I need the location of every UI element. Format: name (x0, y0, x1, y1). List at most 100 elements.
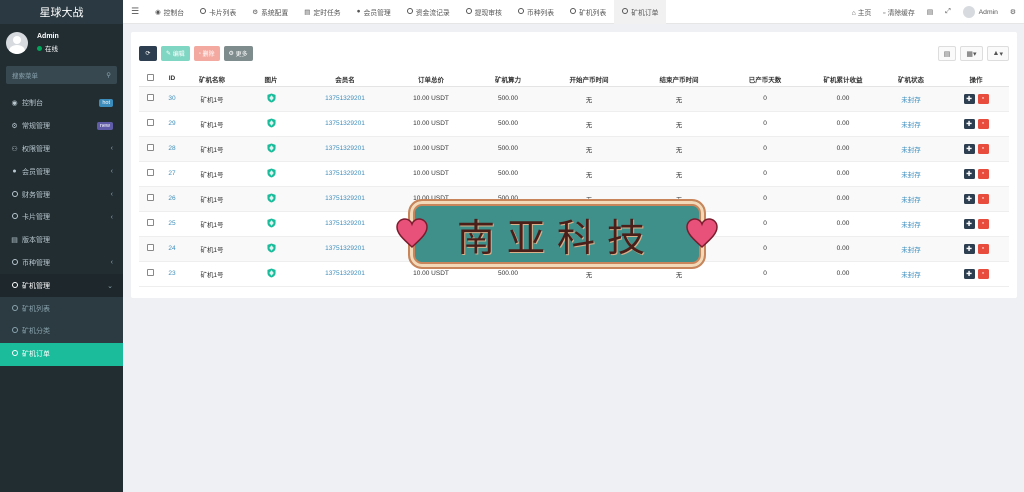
row-checkbox[interactable] (146, 119, 154, 126)
tab-fund-records[interactable]: 资金流记录 (399, 0, 458, 24)
row-id[interactable]: 29 (161, 111, 183, 137)
row-member[interactable]: 13751329201 (301, 186, 389, 212)
sidebar-item-cards[interactable]: 卡片管理 ‹ (0, 206, 123, 229)
select-all-checkbox[interactable] (146, 74, 154, 82)
tab-miner-orders[interactable]: 矿机订单 (614, 0, 667, 24)
miner-image-icon[interactable] (266, 268, 276, 278)
tab-miner-list[interactable]: 矿机列表 (562, 0, 614, 24)
fullscreen-icon[interactable]: ⤢ (945, 8, 950, 16)
row-member[interactable]: 13751329201 (301, 236, 389, 262)
sidebar-item-miner-category[interactable]: 矿机分类 (0, 320, 123, 343)
sidebar-item-permissions[interactable]: ⚇ 权限管理 ‹ (0, 138, 123, 161)
row-member[interactable]: 13751329201 (301, 111, 389, 137)
sidebar-item-dashboard[interactable]: ◉ 控制台 hot (0, 92, 123, 115)
miner-image-icon[interactable] (266, 193, 276, 203)
row-delete-button[interactable]: ▫ (977, 268, 989, 279)
row-detail-button[interactable]: ✚ (963, 93, 975, 104)
miner-image-icon[interactable] (266, 243, 276, 253)
tab-system-config[interactable]: ⚙ 系统配置 (244, 0, 296, 24)
col-id[interactable]: ID (161, 72, 183, 87)
row-status[interactable]: 未封存 (879, 211, 943, 237)
row-id[interactable]: 28 (161, 136, 183, 162)
tab-withdraw-review[interactable]: 提现审核 (458, 0, 510, 24)
col-power[interactable]: 矿机算力 (473, 72, 543, 87)
sidebar-item-miner-orders[interactable]: 矿机订单 (0, 342, 123, 366)
delete-button[interactable]: ▫ 删除 (193, 46, 220, 61)
row-checkbox[interactable] (146, 219, 154, 226)
sidebar-search-input[interactable]: 搜索菜单 ⚲ (6, 66, 117, 84)
row-delete-button[interactable]: ▫ (977, 243, 989, 254)
row-member[interactable]: 13751329201 (301, 86, 389, 112)
row-id[interactable]: 25 (161, 211, 183, 237)
sidebar-item-general[interactable]: ⚙ 常规管理 new (0, 115, 123, 138)
tab-dashboard[interactable]: ◉ 控制台 (147, 0, 192, 24)
col-name[interactable]: 矿机名称 (183, 72, 241, 87)
menu-toggle-icon[interactable]: ☰ (123, 6, 147, 17)
miner-image-icon[interactable] (266, 218, 276, 228)
row-status[interactable]: 未封存 (879, 136, 943, 162)
tab-currency-list[interactable]: 币种列表 (510, 0, 562, 24)
row-checkbox[interactable] (146, 269, 154, 276)
row-delete-button[interactable]: ▫ (977, 93, 989, 104)
row-detail-button[interactable]: ✚ (963, 168, 975, 179)
sidebar-item-members[interactable]: ● 会员管理 ‹ (0, 160, 123, 183)
row-status[interactable]: 未封存 (879, 86, 943, 112)
row-delete-button[interactable]: ▫ (977, 168, 989, 179)
tab-members[interactable]: ● 会员管理 (349, 0, 399, 24)
row-delete-button[interactable]: ▫ (977, 193, 989, 204)
row-detail-button[interactable]: ✚ (963, 243, 975, 254)
row-id[interactable]: 24 (161, 236, 183, 262)
col-image[interactable]: 图片 (241, 72, 301, 87)
miner-image-icon[interactable] (266, 93, 276, 103)
row-id[interactable]: 23 (161, 261, 183, 287)
clear-cache-button[interactable]: ▫ 清除缓存 (883, 7, 915, 17)
row-detail-button[interactable]: ✚ (963, 143, 975, 154)
tab-scheduled-tasks[interactable]: ▤ 定时任务 (296, 0, 348, 24)
edit-button[interactable]: ✎ 编辑 (161, 46, 190, 61)
tab-card-list[interactable]: 卡片列表 (192, 0, 244, 24)
row-status[interactable]: 未封存 (879, 186, 943, 212)
admin-menu[interactable]: Admin (962, 6, 998, 18)
col-status[interactable]: 矿机状态 (879, 72, 943, 87)
row-checkbox[interactable] (146, 94, 154, 101)
sidebar-item-versions[interactable]: ▤ 版本管理 (0, 229, 123, 252)
miner-image-icon[interactable] (266, 168, 276, 178)
row-detail-button[interactable]: ✚ (963, 268, 975, 279)
row-checkbox[interactable] (146, 169, 154, 176)
row-detail-button[interactable]: ✚ (963, 218, 975, 229)
row-checkbox[interactable] (146, 244, 154, 251)
row-delete-button[interactable]: ▫ (977, 118, 989, 129)
row-detail-button[interactable]: ✚ (963, 118, 975, 129)
sidebar-item-currency[interactable]: 币种管理 ‹ (0, 252, 123, 275)
row-id[interactable]: 27 (161, 161, 183, 187)
toggle-view-button[interactable]: ▤ (937, 46, 957, 61)
row-status[interactable]: 未封存 (879, 236, 943, 262)
miner-image-icon[interactable] (266, 118, 276, 128)
col-days[interactable]: 已产币天数 (723, 72, 807, 87)
row-member[interactable]: 13751329201 (301, 161, 389, 187)
row-member[interactable]: 13751329201 (301, 211, 389, 237)
col-end[interactable]: 结束产币时间 (635, 72, 723, 87)
sidebar-item-miners[interactable]: 矿机管理 ⌄ (0, 274, 123, 298)
columns-button[interactable]: ▦ ▾ (960, 46, 983, 61)
row-status[interactable]: 未封存 (879, 261, 943, 287)
row-id[interactable]: 26 (161, 186, 183, 212)
multiplex-icon[interactable]: ▤ (927, 8, 933, 16)
row-detail-button[interactable]: ✚ (963, 193, 975, 204)
miner-image-icon[interactable] (266, 143, 276, 153)
col-income[interactable]: 矿机累计收益 (807, 72, 879, 87)
col-start[interactable]: 开始产币时间 (543, 72, 635, 87)
col-price[interactable]: 订单总价 (389, 72, 473, 87)
row-checkbox[interactable] (146, 144, 154, 151)
row-status[interactable]: 未封存 (879, 161, 943, 187)
row-checkbox[interactable] (146, 194, 154, 201)
col-member[interactable]: 会员名 (301, 72, 389, 87)
home-link[interactable]: ⌂ 主页 (852, 7, 872, 17)
export-button[interactable]: ▲ ▾ (986, 46, 1009, 61)
sidebar-item-finance[interactable]: 财务管理 ‹ (0, 183, 123, 206)
row-member[interactable]: 13751329201 (301, 136, 389, 162)
row-status[interactable]: 未封存 (879, 111, 943, 137)
more-button[interactable]: ⚙ 更多 (223, 46, 253, 61)
refresh-button[interactable]: ⟳ (139, 46, 157, 61)
settings-gear-icon[interactable]: ⚙ (1010, 8, 1016, 16)
